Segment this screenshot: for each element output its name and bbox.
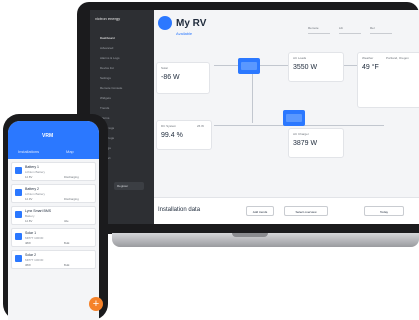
sidebar-item-advanced[interactable]: Advanced bbox=[100, 46, 113, 50]
sidebar-item-remote-console[interactable]: Remote Console bbox=[100, 86, 122, 90]
add-button[interactable]: + bbox=[89, 297, 103, 311]
item-metric: 12.9V bbox=[25, 197, 33, 201]
weather-card[interactable]: Weather Portland, Oregon 49 °F bbox=[357, 52, 419, 108]
list-item[interactable]: Battery 1 Lithium Battery 12.8V Discharg… bbox=[11, 162, 96, 181]
item-metric: 38W bbox=[25, 263, 31, 267]
laptop-screen: victron energy Dashboard Advanced Alarms… bbox=[90, 10, 419, 224]
item-state: Bulk bbox=[64, 241, 70, 245]
solar-title: Solar bbox=[161, 66, 169, 70]
item-state: Discharging bbox=[64, 197, 79, 201]
phone-screen: VRM Installations Map Battery 1 Lithium … bbox=[8, 121, 99, 320]
item-metric: 12.8V bbox=[25, 219, 33, 223]
item-metric: 48W bbox=[25, 241, 31, 245]
select-lib[interactable]: Lib bbox=[339, 26, 361, 34]
sidebar-item-alarms-logs[interactable]: Alarms & Logs bbox=[100, 56, 120, 60]
main-content: My RV Available Remote Lib Rel Solar -86… bbox=[154, 10, 419, 224]
dc-system-title: DC System bbox=[161, 124, 177, 128]
sidebar-item-trends[interactable]: Trends bbox=[100, 106, 109, 110]
ac-loads-value: 3550 W bbox=[293, 64, 318, 71]
installation-data-label: Installation data bbox=[158, 207, 201, 213]
brand-logo: victron energy bbox=[95, 16, 121, 21]
ac-loads-title: AC Loads bbox=[293, 56, 307, 60]
add-trends-button[interactable]: Add trends bbox=[246, 206, 274, 216]
ac-charger-card[interactable]: AC Charger 3879 W bbox=[288, 128, 344, 158]
select-overview-dropdown[interactable]: Select overview bbox=[284, 206, 328, 216]
item-name: Battery 2 bbox=[25, 187, 40, 191]
item-subtitle: Lithium Battery bbox=[25, 192, 46, 196]
device-icon bbox=[15, 189, 22, 196]
phone-title: VRM bbox=[42, 133, 54, 139]
tab-installations[interactable]: Installations bbox=[18, 149, 39, 154]
dc-system-card[interactable]: DC System 26 W 99.4 % bbox=[156, 120, 212, 150]
register-button[interactable]: Register bbox=[114, 182, 144, 190]
ac-charger-title: AC Charger bbox=[293, 132, 309, 136]
ac-loads-card[interactable]: AC Loads 3550 W bbox=[288, 52, 344, 82]
page-title: My RV bbox=[176, 18, 207, 29]
item-subtitle: Lithium Battery bbox=[25, 170, 46, 174]
select-rel[interactable]: Rel bbox=[370, 26, 392, 34]
item-subtitle: MPPT 100/30 bbox=[25, 258, 44, 262]
status-link[interactable]: Available bbox=[176, 31, 192, 36]
ac-charger-value: 3879 W bbox=[293, 140, 318, 147]
list-item[interactable]: Lynx Smart BMS Battery 12.8V Idle bbox=[11, 206, 96, 225]
sidebar-item-settings[interactable]: Settings bbox=[100, 76, 111, 80]
date-range-dropdown[interactable]: Today bbox=[364, 206, 404, 216]
item-name: Lynx Smart BMS bbox=[25, 209, 52, 213]
device-icon bbox=[15, 167, 22, 174]
sidebar-item-widgets[interactable]: Widgets bbox=[100, 96, 111, 100]
device-icon bbox=[15, 211, 22, 218]
sidebar-item-dashboard[interactable]: Dashboard bbox=[100, 36, 115, 40]
inverter-icon[interactable] bbox=[238, 58, 260, 74]
item-state: Idle bbox=[64, 219, 69, 223]
weather-value: 49 °F bbox=[362, 64, 379, 71]
dc-system-extra: 26 W bbox=[197, 124, 205, 128]
weather-location: Portland, Oregon bbox=[386, 56, 409, 60]
item-name: Solar 2 bbox=[25, 253, 37, 257]
item-subtitle: MPPT 100/30 bbox=[25, 236, 44, 240]
select-remote[interactable]: Remote bbox=[308, 26, 330, 34]
list-item[interactable]: Solar 2 MPPT 100/30 38W Bulk bbox=[11, 250, 96, 269]
weather-title: Weather bbox=[362, 56, 374, 60]
item-state: Bulk bbox=[64, 263, 70, 267]
charger-icon[interactable] bbox=[283, 110, 305, 126]
list-item[interactable]: Solar 1 MPPT 100/30 48W Bulk bbox=[11, 228, 96, 247]
list-item[interactable]: Battery 2 Lithium Battery 12.9V Discharg… bbox=[11, 184, 96, 203]
item-name: Battery 1 bbox=[25, 165, 40, 169]
sidebar-item-device-list[interactable]: Device list bbox=[100, 66, 114, 70]
tab-map[interactable]: Map bbox=[66, 149, 74, 154]
dc-system-value: 99.4 % bbox=[161, 132, 183, 139]
item-metric: 12.8V bbox=[25, 175, 33, 179]
phone-header: VRM Installations Map bbox=[8, 121, 99, 159]
solar-value: -86 W bbox=[161, 74, 180, 81]
item-subtitle: Battery bbox=[25, 214, 35, 218]
item-name: Solar 1 bbox=[25, 231, 37, 235]
item-state: Discharging bbox=[64, 175, 79, 179]
solar-card[interactable]: Solar -86 W bbox=[156, 62, 210, 94]
device-icon bbox=[15, 255, 22, 262]
installation-data-bar: Installation data Add trends Select over… bbox=[154, 197, 419, 224]
device-icon bbox=[15, 233, 22, 240]
laptop-notch bbox=[232, 233, 268, 237]
avatar[interactable] bbox=[158, 16, 172, 30]
